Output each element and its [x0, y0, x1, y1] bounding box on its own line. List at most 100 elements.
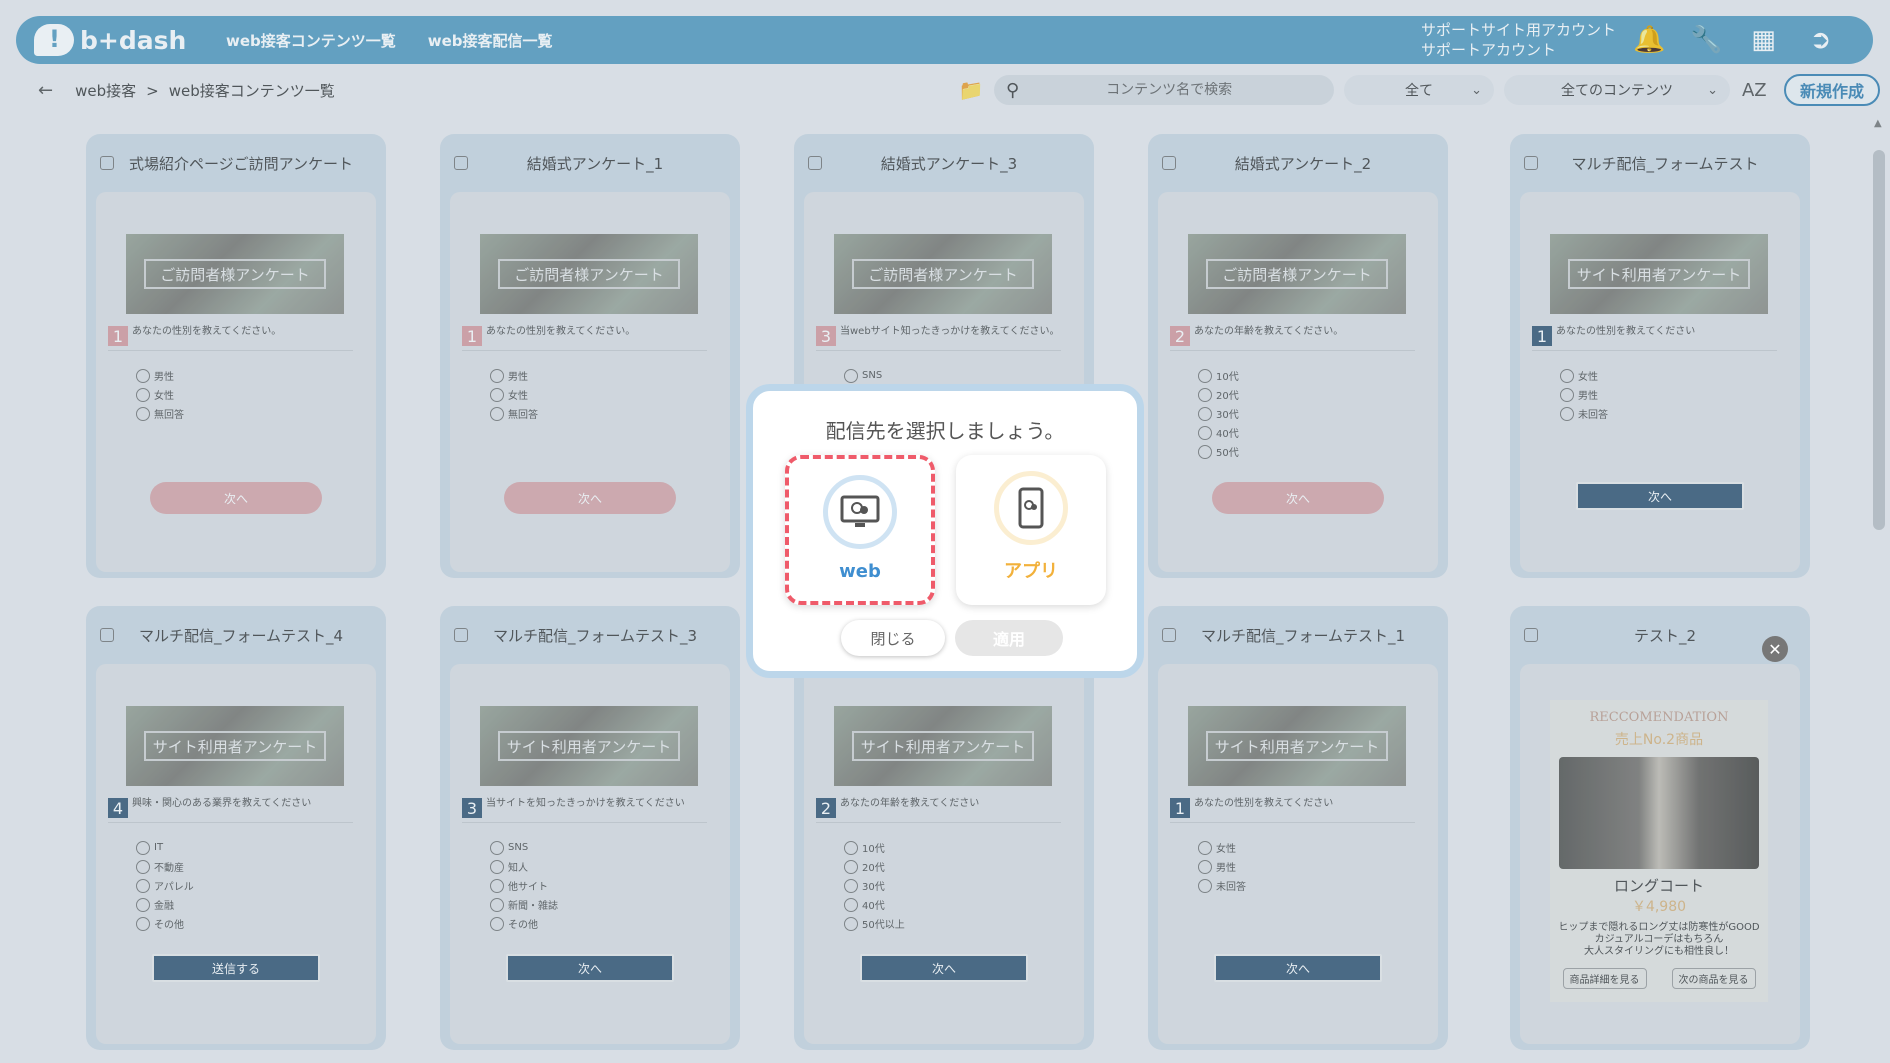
- content-filter-select[interactable]: 全てのコンテンツ ⌄: [1503, 75, 1730, 105]
- top-navbar: b+dash web接客コンテンツ一覧 web接客配信一覧 サポートサイト用アカ…: [16, 16, 1873, 64]
- card-preview: サイト利用者アンケート 3 当サイトを知ったきっかけを教えてください SNS 知人…: [450, 664, 730, 1044]
- survey-question: 4 興味・関心のある業界を教えてください: [108, 798, 353, 823]
- question-number: 1: [108, 326, 128, 346]
- modal-close-button[interactable]: 閉じる: [841, 620, 945, 656]
- question-text: あなたの性別を教えてください。: [132, 326, 282, 337]
- radio-option: 新聞・雑誌: [490, 895, 558, 914]
- chevron-down-icon: ⌄: [1471, 82, 1482, 98]
- card-preview: サイト利用者アンケート 4 興味・関心のある業界を教えてください IT 不動産 アパ…: [96, 664, 376, 1044]
- banner-label: サイト利用者アンケート: [144, 731, 326, 761]
- close-icon[interactable]: ✕: [1762, 636, 1788, 662]
- card-checkbox[interactable]: [454, 156, 468, 170]
- content-card[interactable]: 結婚式アンケート_1 ご訪問者様アンケート 1 あなたの性別を教えてください。 …: [440, 134, 740, 578]
- wrench-icon[interactable]: 🔧: [1678, 25, 1735, 55]
- survey-banner: サイト利用者アンケート: [126, 706, 344, 786]
- card-checkbox[interactable]: [454, 628, 468, 642]
- type-filter-value: 全て: [1404, 83, 1433, 99]
- account-info[interactable]: サポートサイト用アカウント サポートアカウント: [1421, 20, 1621, 60]
- modal-apply-button[interactable]: 適用: [955, 620, 1063, 656]
- card-checkbox[interactable]: [100, 156, 114, 170]
- card-preview: ご訪問者様アンケート 1 あなたの性別を教えてください。 男性 女性 無回答 次へ: [96, 192, 376, 572]
- content-card[interactable]: マルチ配信_フォームテスト_3 サイト利用者アンケート 3 当サイトを知ったきっ…: [440, 606, 740, 1050]
- radio-option: 無回答: [490, 404, 538, 423]
- content-card[interactable]: テスト_2 ✕ RECCOMENDATION 売上No.2商品 ロングコート ￥…: [1510, 606, 1810, 1050]
- card-checkbox[interactable]: [100, 628, 114, 642]
- card-checkbox[interactable]: [1524, 156, 1538, 170]
- content-card[interactable]: マルチ配信_フォームテスト_1 サイト利用者アンケート 1 あなたの性別を教えて…: [1148, 606, 1448, 1050]
- radio-option: 他サイト: [490, 876, 558, 895]
- question-text: 興味・関心のある業界を教えてください: [132, 798, 312, 809]
- smartphone-icon: [994, 471, 1068, 545]
- sort-az-button[interactable]: AZ: [1742, 80, 1774, 101]
- nav-web-content-list[interactable]: web接客コンテンツ一覧: [226, 30, 396, 51]
- scroll-thumb[interactable]: [1873, 150, 1885, 530]
- radio-option: 女性: [136, 385, 184, 404]
- survey-next-button: 次へ: [1214, 954, 1382, 982]
- card-preview: RECCOMENDATION 売上No.2商品 ロングコート ￥4,980 ヒッ…: [1520, 664, 1800, 1044]
- card-checkbox[interactable]: [1162, 156, 1176, 170]
- desc-line: カジュアルコーデはもちろん: [1594, 934, 1724, 945]
- banner-label: ご訪問者様アンケート: [852, 259, 1034, 289]
- question-text: 当サイトを知ったきっかけを教えてください: [486, 798, 685, 809]
- account-site: サポートサイト用アカウント: [1421, 21, 1617, 39]
- survey-question: 1 あなたの性別を教えてください。: [108, 326, 353, 351]
- bell-icon[interactable]: 🔔: [1621, 25, 1678, 55]
- toolbar: ← web接客 > web接客コンテンツ一覧 📁 ⚲ 全て ⌄ 全てのコンテンツ ⌄…: [10, 70, 1880, 110]
- card-checkbox[interactable]: [1524, 628, 1538, 642]
- radio-option: IT: [136, 838, 194, 857]
- content-card[interactable]: 結婚式アンケート_2 ご訪問者様アンケート 2 あなたの年齢を教えてください。 …: [1148, 134, 1448, 578]
- survey-options: 男性 女性 無回答: [490, 366, 538, 423]
- back-arrow-icon[interactable]: ←: [38, 80, 53, 101]
- banner-label: サイト利用者アンケート: [1568, 259, 1750, 289]
- survey-next-button: 次へ: [1212, 482, 1384, 514]
- bdash-logo[interactable]: b+dash: [34, 24, 194, 56]
- radio-option: 女性: [1560, 366, 1608, 385]
- web-option[interactable]: web: [785, 455, 935, 605]
- survey-banner: ご訪問者様アンケート: [1188, 234, 1406, 314]
- survey-question: 3 当webサイト知ったきっかけを教えてください。: [816, 326, 1061, 351]
- app-option[interactable]: アプリ: [956, 455, 1106, 605]
- web-label: web: [839, 561, 881, 582]
- question-number: 3: [462, 798, 482, 818]
- survey-options: 女性 男性 未回答: [1560, 366, 1608, 423]
- card-checkbox[interactable]: [808, 156, 822, 170]
- radio-option: 10代: [1198, 366, 1239, 385]
- create-new-button[interactable]: 新規作成: [1783, 74, 1880, 106]
- survey-options: 10代 20代 30代 40代 50代以上: [844, 838, 905, 933]
- content-card[interactable]: 式場紹介ページご訪問アンケート ご訪問者様アンケート 1 あなたの性別を教えてく…: [86, 134, 386, 578]
- desc-line: 大人スタイリングにも相性良し！: [1584, 946, 1734, 957]
- card-header: マルチ配信_フォームテスト_1: [1148, 606, 1448, 664]
- product-detail-button[interactable]: 商品詳細を見る: [1562, 968, 1647, 989]
- search-input[interactable]: [1039, 82, 1300, 98]
- survey-banner: サイト利用者アンケート: [1550, 234, 1768, 314]
- card-checkbox[interactable]: [1162, 628, 1176, 642]
- content-card[interactable]: マルチ配信_フォームテスト_4 サイト利用者アンケート 4 興味・関心のある業界…: [86, 606, 386, 1050]
- radio-option: 40代: [1198, 423, 1239, 442]
- product-image: [1559, 757, 1759, 869]
- survey-next-button: 次へ: [506, 954, 674, 982]
- next-product-button[interactable]: 次の商品を見る: [1671, 968, 1756, 989]
- card-preview: サイト利用者アンケート 1 あなたの性別を教えてください 女性 男性 未回答 次へ: [1520, 192, 1800, 572]
- survey-question: 3 当サイトを知ったきっかけを教えてください: [462, 798, 707, 823]
- nav-web-delivery-list[interactable]: web接客配信一覧: [428, 30, 553, 51]
- radio-option: 20代: [844, 857, 905, 876]
- add-folder-icon[interactable]: 📁: [948, 78, 994, 102]
- delivery-target-modal: 配信先を選択しましょう。 web アプリ 閉じる 適用: [746, 384, 1144, 678]
- grid-icon[interactable]: ▦: [1735, 25, 1792, 55]
- search-box[interactable]: ⚲: [993, 75, 1334, 105]
- question-text: あなたの年齢を教えてください: [840, 798, 980, 809]
- breadcrumb-root[interactable]: web接客: [75, 82, 136, 100]
- rec-subheading: 売上No.2商品: [1614, 732, 1704, 748]
- card-preview: サイト利用者アンケート 1 あなたの性別を教えてください 女性 男性 未回答 次へ: [1158, 664, 1438, 1044]
- survey-options: 10代 20代 30代 40代 50代: [1198, 366, 1239, 461]
- scrollbar[interactable]: ▲: [1870, 116, 1888, 1056]
- content-filter-value: 全てのコンテンツ: [1560, 83, 1673, 99]
- survey-banner: ご訪問者様アンケート: [834, 234, 1052, 314]
- scroll-up-icon[interactable]: ▲: [1874, 118, 1882, 129]
- radio-option: 40代: [844, 895, 905, 914]
- type-filter-select[interactable]: 全て ⌄: [1343, 75, 1494, 105]
- logout-icon[interactable]: ➲: [1792, 25, 1849, 55]
- rec-buttons: 商品詳細を見る 次の商品を見る: [1550, 968, 1768, 989]
- card-header: 式場紹介ページご訪問アンケート: [86, 134, 386, 192]
- content-card[interactable]: マルチ配信_フォームテスト サイト利用者アンケート 1 あなたの性別を教えてくだ…: [1510, 134, 1810, 578]
